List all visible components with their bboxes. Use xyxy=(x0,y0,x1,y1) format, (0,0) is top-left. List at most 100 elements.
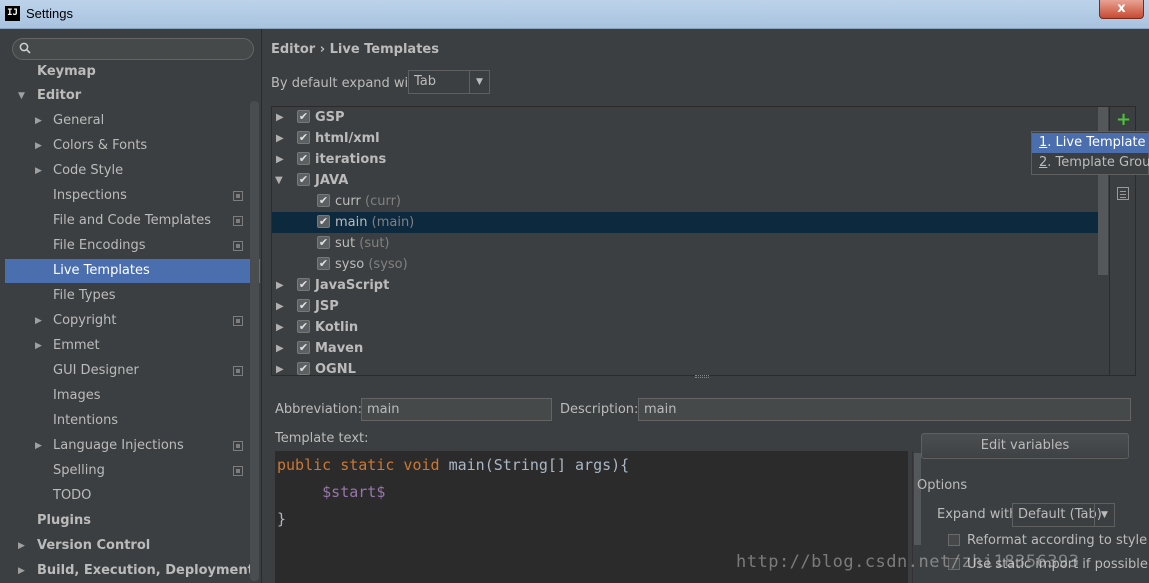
sidebar-item-language-injections[interactable]: ▶ Language Injections xyxy=(5,434,260,458)
chevron-right-icon[interactable]: ▶ xyxy=(276,317,284,338)
checkbox[interactable]: ✔ xyxy=(317,257,330,270)
checkbox[interactable]: ✔ xyxy=(317,215,330,228)
menu-item-template-group[interactable]: 2. Template Group... xyxy=(1032,153,1149,173)
chevron-right-icon[interactable]: ▶ xyxy=(276,359,284,375)
sidebar-item-file-encodings[interactable]: File Encodings xyxy=(5,234,260,258)
sidebar-item-images[interactable]: Images xyxy=(5,384,260,408)
group-label: iterations xyxy=(315,152,387,167)
dropdown-arrow-icon: ▼ xyxy=(469,71,489,93)
tree-group-gsp[interactable]: ▶ ✔ GSP xyxy=(272,107,1108,128)
sidebar-item-keymap[interactable]: Keymap xyxy=(5,60,260,84)
expand-with-select[interactable]: Default (Tab) ▼ xyxy=(1012,503,1115,527)
chevron-right-icon[interactable]: ▶ xyxy=(35,309,42,333)
template-label: curr (curr) xyxy=(335,191,401,212)
tree-template-syso[interactable]: ✔ syso (syso) xyxy=(272,254,1108,275)
sidebar-item-label: Live Templates xyxy=(53,263,150,278)
template-description: (sut) xyxy=(359,236,390,251)
chevron-right-icon[interactable]: ▶ xyxy=(18,534,25,558)
sidebar-item-spelling[interactable]: Spelling xyxy=(5,459,260,483)
sidebar-item-label: General xyxy=(53,113,105,128)
checkbox[interactable]: ✔ xyxy=(317,236,330,249)
editor-scrollbar-thumb[interactable] xyxy=(914,453,921,545)
chevron-right-icon[interactable]: ▶ xyxy=(276,128,284,149)
template-description: (main) xyxy=(371,215,415,230)
chevron-right-icon[interactable]: ▶ xyxy=(35,159,42,183)
tree-group-maven[interactable]: ▶ ✔ Maven xyxy=(272,338,1108,359)
sidebar-item-emmet[interactable]: ▶ Emmet xyxy=(5,334,260,358)
tree-group-kotlin[interactable]: ▶ ✔ Kotlin xyxy=(272,317,1108,338)
watermark-text: http://blog.csdn.net/zhi18356393 xyxy=(736,552,1080,572)
code-closing-brace: } xyxy=(277,510,287,528)
checkbox[interactable]: ✔ xyxy=(297,320,310,333)
sidebar-item-live-templates[interactable]: Live Templates xyxy=(5,259,260,283)
sidebar-item-inspections[interactable]: Inspections xyxy=(5,184,260,208)
project-level-icon xyxy=(233,466,243,476)
chevron-right-icon[interactable]: ▶ xyxy=(276,296,284,317)
chevron-right-icon[interactable]: ▶ xyxy=(35,434,42,458)
chevron-right-icon[interactable]: ▶ xyxy=(276,149,284,170)
project-level-icon xyxy=(233,191,243,201)
sidebar-item-label: Code Style xyxy=(53,163,124,178)
template-abbreviation: main xyxy=(335,215,368,230)
description-value: main xyxy=(644,402,677,417)
checkbox[interactable]: ✔ xyxy=(297,278,310,291)
chevron-right-icon[interactable]: ▶ xyxy=(18,559,25,583)
default-expand-select[interactable]: Tab ▼ xyxy=(408,70,490,94)
sidebar-item-todo[interactable]: TODO xyxy=(5,484,260,508)
sidebar-item-file-code-templates[interactable]: File and Code Templates xyxy=(5,209,260,233)
checkbox[interactable]: ✔ xyxy=(297,362,310,375)
sidebar-item-intentions[interactable]: Intentions xyxy=(5,409,260,433)
sidebar-item-version-control[interactable]: ▶ Version Control xyxy=(5,534,260,558)
checkbox[interactable]: ✔ xyxy=(297,131,310,144)
checkbox[interactable]: ✔ xyxy=(317,194,330,207)
sidebar-item-code-style[interactable]: ▶ Code Style xyxy=(5,159,260,183)
tree-group-jsp[interactable]: ▶ ✔ JSP xyxy=(272,296,1108,317)
code-signature: main(String[] args){ xyxy=(448,456,630,474)
sidebar-item-label: Colors & Fonts xyxy=(53,138,148,153)
sidebar-item-editor[interactable]: ▼ Editor xyxy=(5,84,260,108)
chevron-right-icon[interactable]: ▶ xyxy=(35,134,42,158)
sidebar-item-copyright[interactable]: ▶ Copyright xyxy=(5,309,260,333)
checkbox[interactable]: ✔ xyxy=(297,110,310,123)
chevron-down-icon[interactable]: ▼ xyxy=(275,170,283,191)
splitter-handle[interactable] xyxy=(695,375,709,378)
chevron-right-icon[interactable]: ▶ xyxy=(276,107,284,128)
breadcrumb: Editor › Live Templates xyxy=(271,42,439,57)
chevron-down-icon[interactable]: ▼ xyxy=(18,84,25,108)
chevron-right-icon[interactable]: ▶ xyxy=(35,334,42,358)
add-icon[interactable]: + xyxy=(1116,109,1131,130)
chevron-right-icon[interactable]: ▶ xyxy=(35,109,42,133)
tree-group-html-xml[interactable]: ▶ ✔ html/xml xyxy=(272,128,1108,149)
close-window-button[interactable]: x xyxy=(1099,0,1144,19)
menu-item-label: . Live Template xyxy=(1047,135,1146,150)
sidebar-item-colors-fonts[interactable]: ▶ Colors & Fonts xyxy=(5,134,260,158)
chevron-right-icon[interactable]: ▶ xyxy=(276,338,284,359)
chevron-right-icon[interactable]: ▶ xyxy=(276,275,284,296)
tree-template-curr[interactable]: ✔ curr (curr) xyxy=(272,191,1108,212)
sidebar-item-general[interactable]: ▶ General xyxy=(5,109,260,133)
tree-group-java[interactable]: ▼ ✔ JAVA xyxy=(272,170,1108,191)
settings-search-input[interactable] xyxy=(12,38,254,60)
tree-group-ognl[interactable]: ▶ ✔ OGNL xyxy=(272,359,1108,375)
sidebar-item-label: Emmet xyxy=(53,338,100,353)
description-field[interactable]: main xyxy=(638,398,1131,421)
sidebar-item-file-types[interactable]: File Types xyxy=(5,284,260,308)
menu-item-live-template[interactable]: 1. Live Template xyxy=(1032,133,1149,153)
tree-template-sut[interactable]: ✔ sut (sut) xyxy=(272,233,1108,254)
template-text-label: Template text: xyxy=(275,431,369,446)
sidebar-item-gui-designer[interactable]: GUI Designer xyxy=(5,359,260,383)
sidebar-item-plugins[interactable]: Plugins xyxy=(5,509,260,533)
checkbox[interactable]: ✔ xyxy=(297,152,310,165)
tree-group-iterations[interactable]: ▶ ✔ iterations xyxy=(272,149,1108,170)
edit-variables-button[interactable]: Edit variables xyxy=(921,433,1129,459)
checkbox[interactable]: ✔ xyxy=(297,173,310,186)
abbreviation-field[interactable]: main xyxy=(361,398,552,421)
checkbox[interactable]: ✔ xyxy=(297,341,310,354)
sidebar-item-build-execution-deployment[interactable]: ▶ Build, Execution, Deployment xyxy=(5,559,260,583)
tree-group-javascript[interactable]: ▶ ✔ JavaScript xyxy=(272,275,1108,296)
sidebar-scrollbar[interactable] xyxy=(250,101,259,581)
checkbox[interactable]: ✔ xyxy=(297,299,310,312)
tree-template-main[interactable]: ✔ main (main) xyxy=(272,212,1108,233)
reformat-checkbox[interactable] xyxy=(948,534,960,546)
change-context-icon[interactable] xyxy=(1117,187,1129,200)
